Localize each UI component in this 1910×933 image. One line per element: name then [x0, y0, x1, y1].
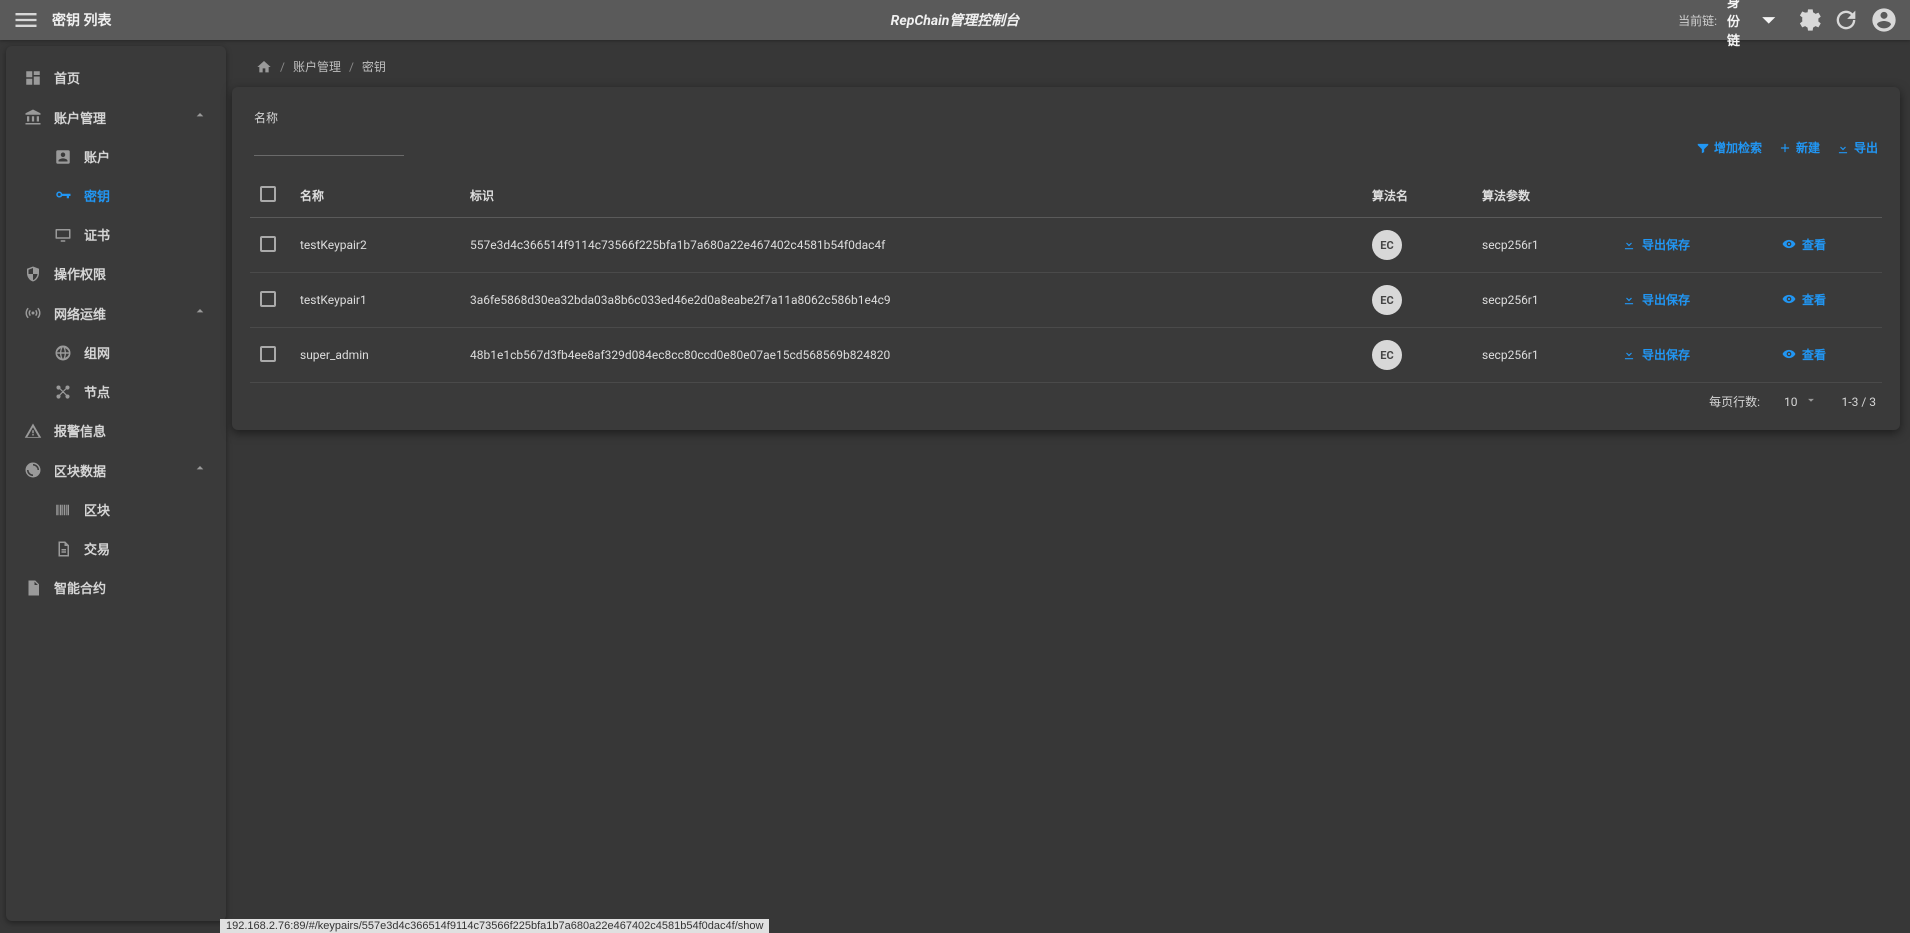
algorithm-chip: EC — [1372, 285, 1402, 315]
cell-name: testKeypair2 — [290, 218, 460, 273]
cell-params: secp256r1 — [1472, 273, 1612, 328]
pagination: 每页行数: 10 1-3 / 3 — [250, 383, 1882, 420]
rows-per-page-select[interactable]: 10 — [1784, 393, 1818, 410]
cell-identifier: 557e3d4c366514f9114c73566f225bfa1b7a680a… — [460, 218, 1362, 273]
row-checkbox[interactable] — [260, 346, 276, 362]
download-icon — [1622, 292, 1636, 306]
chevron-down-icon — [1804, 393, 1818, 410]
view-row-button[interactable]: 查看 — [1782, 236, 1826, 253]
export-row-button[interactable]: 导出保存 — [1622, 236, 1690, 253]
eye-icon — [1782, 237, 1796, 251]
download-icon — [1622, 347, 1636, 361]
view-row-button[interactable]: 查看 — [1782, 291, 1826, 308]
algorithm-chip: EC — [1372, 340, 1402, 370]
chain-label: 当前链: — [1678, 12, 1717, 29]
home-icon[interactable] — [256, 59, 272, 75]
table-row[interactable]: super_admin48b1e1cb567d3fb4ee8af329d084e… — [250, 328, 1882, 383]
row-checkbox[interactable] — [260, 291, 276, 307]
create-button[interactable]: 新建 — [1778, 139, 1820, 156]
status-bar: 192.168.2.76:89/#/keypairs/557e3d4c36651… — [220, 919, 769, 933]
add-filter-button[interactable]: 增加检索 — [1696, 139, 1762, 156]
export-row-button[interactable]: 导出保存 — [1622, 291, 1690, 308]
col-header-name[interactable]: 名称 — [290, 174, 460, 218]
cell-identifier: 48b1e1cb567d3fb4ee8af329d084ec8cc80ccd0e… — [460, 328, 1362, 383]
filter-input[interactable] — [254, 132, 404, 156]
table-row[interactable]: testKeypair13a6fe5868d30ea32bda03a8b6c03… — [250, 273, 1882, 328]
download-icon — [1836, 141, 1850, 155]
breadcrumb: / 账户管理 / 密钥 — [232, 46, 1900, 87]
page-title: 密钥 列表 — [52, 10, 111, 30]
algorithm-chip: EC — [1372, 230, 1402, 260]
cell-identifier: 3a6fe5868d30ea32bda03a8b6c033ed46e2d0a8e… — [460, 273, 1362, 328]
filter-label: 名称 — [254, 109, 404, 128]
content-card: 名称 增加检索 新建 导出 — [232, 87, 1900, 430]
keypair-table: 名称 标识 算法名 算法参数 testKeypair2557e3d4c36651… — [250, 174, 1882, 383]
app-title: RepChain管理控制台 — [891, 10, 1020, 30]
settings-icon[interactable] — [1794, 6, 1822, 34]
cell-params: secp256r1 — [1472, 328, 1612, 383]
plus-icon — [1778, 141, 1792, 155]
rows-per-page-label: 每页行数: — [1709, 393, 1760, 410]
refresh-icon[interactable] — [1832, 6, 1860, 34]
main: / 账户管理 / 密钥 名称 增加检索 — [226, 40, 1910, 927]
cell-params: secp256r1 — [1472, 218, 1612, 273]
breadcrumb-item[interactable]: 账户管理 — [293, 58, 341, 75]
export-button[interactable]: 导出 — [1836, 139, 1878, 156]
eye-icon — [1782, 292, 1796, 306]
top-bar: 密钥 列表 RepChain管理控制台 当前链: 身份链 — [0, 0, 1910, 40]
export-row-button[interactable]: 导出保存 — [1622, 346, 1690, 363]
download-icon — [1622, 237, 1636, 251]
page-range: 1-3 / 3 — [1842, 395, 1876, 409]
menu-toggle-icon[interactable] — [12, 6, 40, 34]
breadcrumb-item[interactable]: 密钥 — [362, 58, 386, 75]
filter-name: 名称 — [254, 109, 404, 156]
col-header-algorithm[interactable]: 算法名 — [1362, 174, 1472, 218]
view-row-button[interactable]: 查看 — [1782, 346, 1826, 363]
row-checkbox[interactable] — [260, 236, 276, 252]
cell-name: super_admin — [290, 328, 460, 383]
table-row[interactable]: testKeypair2557e3d4c366514f9114c73566f22… — [250, 218, 1882, 273]
account-icon[interactable] — [1870, 6, 1898, 34]
cell-name: testKeypair1 — [290, 273, 460, 328]
col-header-params[interactable]: 算法参数 — [1472, 174, 1612, 218]
chevron-down-icon — [1753, 4, 1784, 35]
filter-icon — [1696, 141, 1710, 155]
col-header-identifier[interactable]: 标识 — [460, 174, 1362, 218]
select-all-checkbox[interactable] — [260, 186, 276, 202]
eye-icon — [1782, 347, 1796, 361]
